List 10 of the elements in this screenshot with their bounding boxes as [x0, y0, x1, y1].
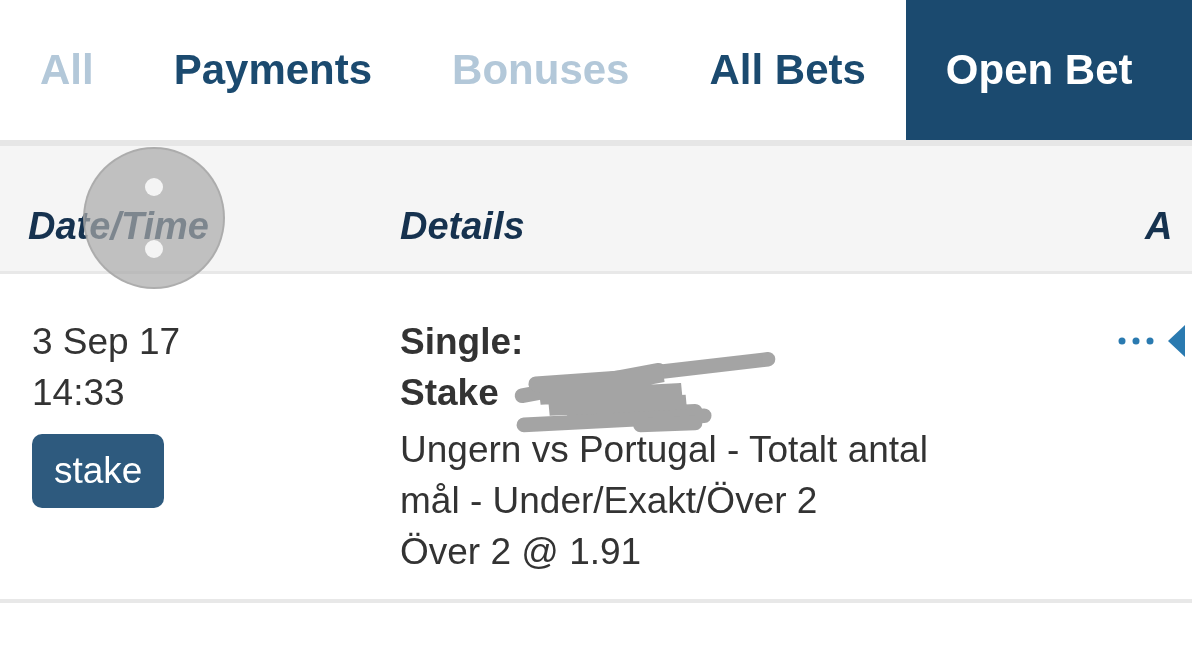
bet-type-label: Single: — [400, 320, 524, 364]
column-header[interactable]: Details — [400, 205, 525, 248]
tab[interactable]: Open Bet — [905, 0, 1192, 140]
time-text: 14:33 — [32, 371, 125, 415]
column-header[interactable]: A — [1145, 205, 1173, 248]
stake-label: Stake — [400, 371, 499, 415]
selection-text: Över 2 @ 1.91 — [400, 530, 642, 574]
stake-tag: stake — [32, 434, 165, 508]
date-text: 3 Sep 17 — [32, 320, 181, 364]
bet-description: Ungern vs Portugal - Totalt antal mål - Under/Exakt/Över 2 — [400, 428, 929, 523]
